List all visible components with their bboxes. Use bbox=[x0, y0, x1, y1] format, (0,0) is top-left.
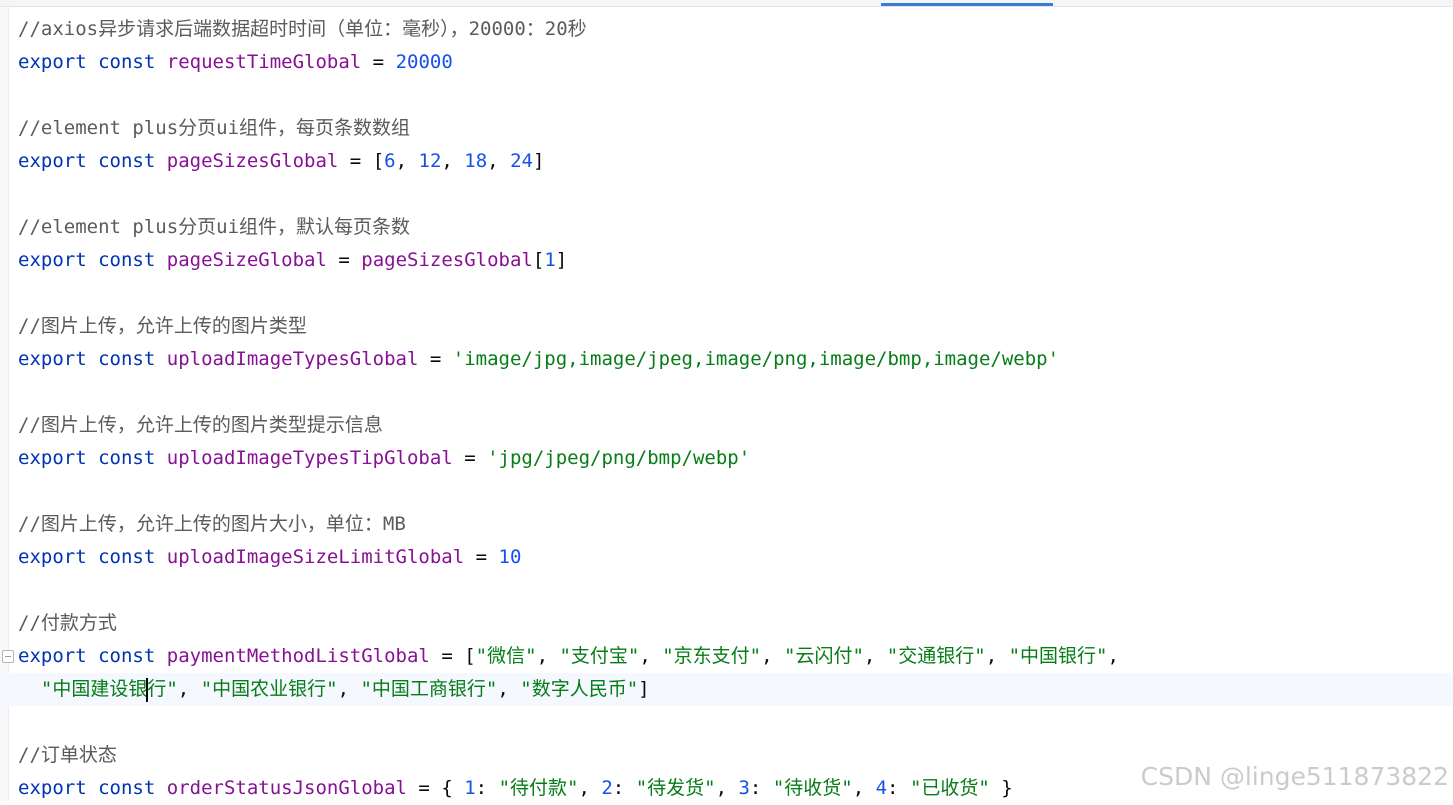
identifier-order-status: orderStatusJsonGlobal bbox=[166, 777, 407, 799]
keyword-export: export bbox=[18, 249, 87, 271]
array-string: "京东支付" bbox=[662, 645, 762, 667]
array-string: "中国工商银行" bbox=[360, 678, 498, 700]
operator-assign: = bbox=[372, 51, 385, 73]
array-string: "数字人民币" bbox=[520, 678, 639, 700]
code-line-page-sizes: export const pageSizesGlobal = [6, 12, 1… bbox=[18, 150, 545, 172]
keyword-const: const bbox=[98, 447, 156, 469]
keyword-const: const bbox=[98, 249, 156, 271]
operator-assign: = bbox=[441, 645, 453, 667]
comment-request-timeout: //axios异步请求后端数据超时时间（单位：毫秒），20000：20秒 bbox=[18, 18, 587, 40]
active-tab-indicator bbox=[881, 3, 1053, 6]
keyword-const: const bbox=[98, 150, 156, 172]
keyword-export: export bbox=[18, 150, 87, 172]
code-line-upload-size: export const uploadImageSizeLimitGlobal … bbox=[18, 541, 521, 574]
operator-assign: = bbox=[464, 447, 476, 469]
array-string: "中国银行" bbox=[1008, 645, 1108, 667]
object-key: 2 bbox=[601, 777, 613, 799]
identifier-page-sizes-ref: pageSizesGlobal bbox=[361, 249, 533, 271]
keyword-export: export bbox=[18, 777, 87, 799]
identifier-upload-tip: uploadImageTypesTipGlobal bbox=[166, 447, 453, 469]
array-number: 6 bbox=[384, 150, 396, 172]
index-number: 1 bbox=[544, 249, 556, 271]
comment-upload-size: //图片上传，允许上传的图片大小，单位：MB bbox=[18, 513, 406, 535]
array-string: 行" bbox=[147, 678, 178, 700]
array-number: 12 bbox=[418, 150, 442, 172]
array-number: 24 bbox=[510, 150, 533, 172]
object-value: "待收货" bbox=[772, 777, 853, 799]
keyword-export: export bbox=[18, 51, 87, 73]
array-string: "中国农业银行" bbox=[200, 678, 338, 700]
object-key: 1 bbox=[464, 777, 476, 799]
operator-assign: = bbox=[418, 777, 430, 799]
identifier-payment: paymentMethodListGlobal bbox=[166, 645, 430, 667]
keyword-const: const bbox=[98, 51, 156, 73]
comment-page-size: //element plus分页ui组件，默认每页条数 bbox=[18, 216, 411, 238]
keyword-export: export bbox=[18, 447, 87, 469]
keyword-export: export bbox=[18, 348, 87, 370]
comment-upload-tip: //图片上传，允许上传的图片类型提示信息 bbox=[18, 414, 383, 436]
editor-tab-bar bbox=[0, 0, 1453, 7]
keyword-const: const bbox=[98, 546, 156, 568]
identifier-upload-size: uploadImageSizeLimitGlobal bbox=[166, 546, 465, 568]
keyword-export: export bbox=[18, 546, 87, 568]
object-value: "待发货" bbox=[635, 777, 716, 799]
array-string: "交通银行" bbox=[886, 645, 986, 667]
identifier-upload-types: uploadImageTypesGlobal bbox=[166, 348, 419, 370]
keyword-export: export bbox=[18, 645, 87, 667]
object-value: "已收货" bbox=[909, 777, 990, 799]
operator-assign: = bbox=[429, 348, 442, 370]
comment-payment: //付款方式 bbox=[18, 612, 117, 634]
object-key: 4 bbox=[875, 777, 888, 799]
identifier-page-size: pageSizeGlobal bbox=[166, 249, 327, 271]
code-editor[interactable]: //axios异步请求后端数据超时时间（单位：毫秒），20000：20秒 exp… bbox=[0, 7, 1453, 801]
number-upload-size: 10 bbox=[498, 546, 522, 568]
operator-assign: = bbox=[475, 546, 488, 568]
operator-assign: = bbox=[349, 150, 362, 172]
string-upload-tip: 'jpg/jpeg/png/bmp/webp' bbox=[487, 447, 751, 469]
code-line-payment: export const paymentMethodListGlobal = [… bbox=[18, 645, 1119, 667]
comment-order-status: //订单状态 bbox=[18, 744, 117, 766]
object-key: 3 bbox=[738, 777, 750, 799]
number-request-time: 20000 bbox=[395, 51, 453, 73]
operator-assign: = bbox=[338, 249, 350, 271]
identifier-page-sizes: pageSizesGlobal bbox=[166, 150, 339, 172]
array-string: "中国建设银 bbox=[40, 678, 148, 700]
code-line-upload-types: export const uploadImageTypesGlobal = 'i… bbox=[18, 343, 1059, 376]
keyword-const: const bbox=[98, 645, 156, 667]
code-line-payment-continued: "中国建设银行", "中国农业银行", "中国工商银行", "数字人民币"] bbox=[0, 673, 1453, 706]
object-value: "待付款" bbox=[498, 777, 579, 799]
array-number: 18 bbox=[464, 150, 488, 172]
array-string: "微信" bbox=[475, 645, 537, 667]
code-line-upload-tip: export const uploadImageTypesTipGlobal =… bbox=[18, 442, 750, 475]
array-string: "云闪付" bbox=[784, 645, 864, 667]
comment-upload-types: //图片上传，允许上传的图片类型 bbox=[18, 315, 307, 337]
csdn-watermark: CSDN @linge511873822 bbox=[1140, 762, 1449, 791]
string-upload-types: 'image/jpg,image/jpeg,image/png,image/bm… bbox=[452, 348, 1060, 370]
array-string: "支付宝" bbox=[559, 645, 640, 667]
code-line-page-size: export const pageSizeGlobal = pageSizesG… bbox=[18, 249, 568, 271]
identifier-request-time: requestTimeGlobal bbox=[166, 51, 362, 73]
code-line-request-time: export const requestTimeGlobal = 20000 bbox=[18, 46, 453, 79]
code-line-order-status: export const orderStatusJsonGlobal = { 1… bbox=[18, 777, 1013, 799]
keyword-const: const bbox=[98, 777, 156, 799]
comment-page-sizes: //element plus分页ui组件，每页条数数组 bbox=[18, 117, 411, 139]
keyword-const: const bbox=[98, 348, 156, 370]
